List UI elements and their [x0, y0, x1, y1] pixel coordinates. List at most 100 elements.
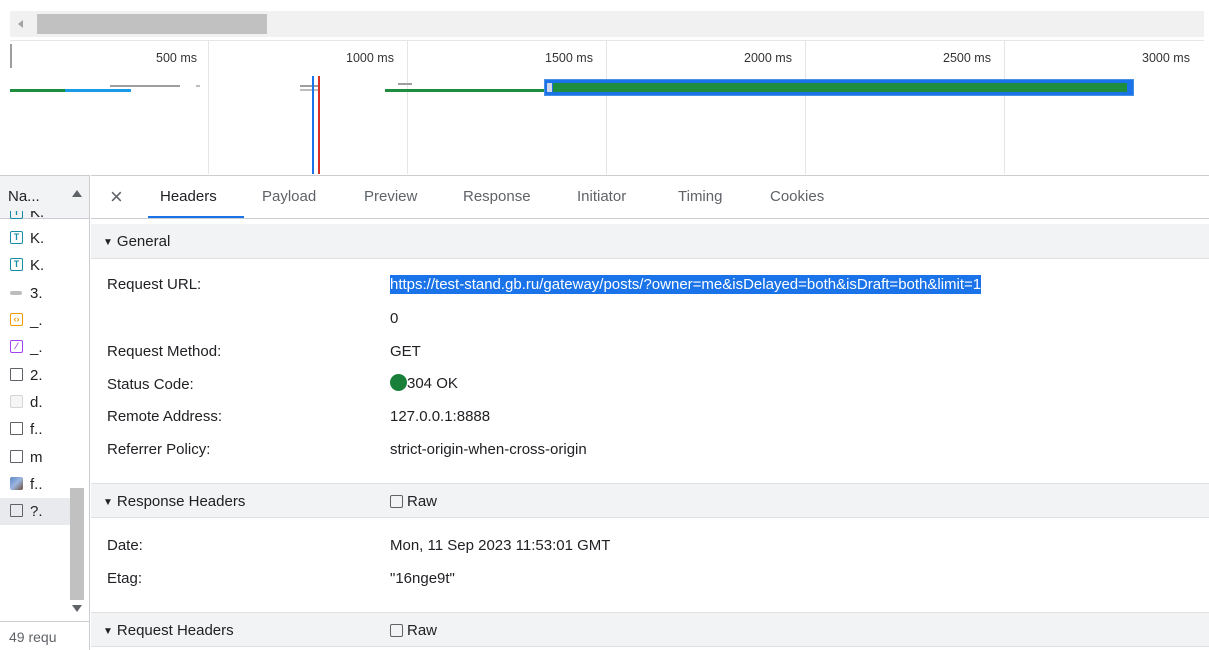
collapse-triangle-icon: ▼: [103, 497, 113, 508]
load-event-line: [318, 76, 320, 174]
tick-label: 2000 ms: [744, 51, 792, 65]
doc-icon: T: [10, 211, 23, 219]
list-item[interactable]: ‹› _.: [0, 307, 72, 334]
tab-cookies[interactable]: Cookies: [770, 188, 824, 205]
tab-headers[interactable]: Headers: [160, 188, 217, 205]
etag-label: Etag:: [107, 570, 143, 587]
stylesheet-icon: ⁄: [10, 340, 23, 353]
list-item[interactable]: T K.: [0, 252, 72, 279]
tick-label: 1000 ms: [346, 51, 394, 65]
raw-checkbox[interactable]: [390, 495, 403, 508]
remote-address-label: Remote Address:: [107, 408, 223, 425]
request-name: K.: [30, 257, 45, 274]
request-name: 2.: [30, 367, 43, 384]
tab-preview[interactable]: Preview: [364, 188, 417, 205]
scroll-left-arrow-icon[interactable]: [18, 20, 23, 28]
request-headers-section-header[interactable]: ▼ Request Headers Raw: [91, 612, 1209, 647]
raw-checkbox[interactable]: [390, 624, 403, 637]
referrer-policy-value[interactable]: strict-origin-when-cross-origin: [390, 441, 587, 458]
raw-label[interactable]: Raw: [407, 622, 437, 639]
name-column-label: Na...: [8, 188, 40, 205]
image-icon: [10, 477, 23, 490]
list-item[interactable]: 3.: [0, 280, 72, 307]
status-code-value[interactable]: 304 OK: [390, 374, 458, 392]
tick-label: 2500 ms: [943, 51, 991, 65]
timing-segment: [10, 89, 65, 92]
tick-label: 1500 ms: [545, 51, 593, 65]
file-icon: [10, 368, 23, 381]
file-icon: [10, 450, 23, 463]
font-icon: [10, 291, 22, 295]
overview-horizontal-scrollbar[interactable]: [10, 11, 1204, 37]
request-name: f..: [30, 476, 43, 493]
list-item[interactable]: T K.: [0, 211, 72, 225]
collapse-triangle-icon: ▼: [103, 626, 113, 637]
list-item[interactable]: 2.: [0, 362, 72, 389]
request-name: ?.: [30, 503, 43, 520]
referrer-policy-label: Referrer Policy:: [107, 441, 211, 458]
request-name: m: [30, 449, 43, 466]
request-name: 3.: [30, 285, 43, 302]
request-list: Na... T K. T K. T K. 3. ‹› _. ⁄ _. 2. d.…: [0, 175, 90, 650]
close-icon[interactable]: ×: [110, 184, 123, 210]
request-url-value[interactable]: https://test-stand.gb.ru/gateway/posts/?…: [390, 275, 982, 294]
request-method-label: Request Method:: [107, 343, 222, 360]
response-headers-section-header[interactable]: ▼ Response Headers Raw: [91, 483, 1209, 518]
request-list-scrollbar[interactable]: [68, 220, 88, 620]
tab-payload[interactable]: Payload: [262, 188, 316, 205]
section-title: ▼ Request Headers: [103, 622, 234, 639]
request-name: _.: [30, 312, 43, 329]
request-count: 49 requ: [9, 629, 57, 645]
tab-response[interactable]: Response: [463, 188, 531, 205]
timing-segment: [300, 89, 318, 91]
request-name: d.: [30, 394, 43, 411]
tab-initiator[interactable]: Initiator: [577, 188, 626, 205]
list-item[interactable]: f..: [0, 471, 72, 498]
gridline: [1004, 41, 1005, 174]
list-item[interactable]: T K.: [0, 225, 72, 252]
timing-segment: [65, 89, 131, 92]
date-label: Date:: [107, 537, 143, 554]
selected-request-bar[interactable]: [544, 79, 1134, 96]
request-method-value[interactable]: GET: [390, 343, 421, 360]
details-tab-bar: × Headers Payload Preview Response Initi…: [91, 176, 1209, 219]
scrollbar-thumb[interactable]: [70, 488, 84, 600]
section-title: ▼ Response Headers: [103, 493, 246, 510]
etag-value[interactable]: "16nge9t": [390, 570, 455, 587]
file-icon: [10, 504, 23, 517]
list-item[interactable]: m: [0, 444, 72, 471]
request-name: _.: [30, 339, 43, 356]
list-item[interactable]: f..: [0, 416, 72, 443]
status-dot-icon: [390, 374, 407, 391]
request-name: K.: [30, 211, 45, 221]
list-item[interactable]: ⁄ _.: [0, 334, 72, 361]
dom-content-loaded-line: [312, 76, 314, 174]
file-icon: [10, 422, 23, 435]
scrollbar-thumb[interactable]: [37, 14, 267, 34]
doc-icon: T: [10, 231, 23, 244]
request-url-label: Request URL:: [107, 276, 202, 293]
scroll-down-arrow-icon[interactable]: [72, 605, 82, 612]
active-tab-indicator: [148, 216, 244, 218]
overview-left-handle[interactable]: [10, 44, 12, 68]
remote-address-value[interactable]: 127.0.0.1:8888: [390, 408, 490, 425]
raw-label[interactable]: Raw: [407, 493, 437, 510]
waiting-segment: [547, 83, 552, 92]
date-value[interactable]: Mon, 11 Sep 2023 11:53:01 GMT: [390, 537, 610, 554]
list-item[interactable]: d.: [0, 389, 72, 416]
sort-ascending-icon[interactable]: [72, 190, 82, 197]
section-title: ▼ General: [103, 233, 171, 250]
gridline: [407, 41, 408, 174]
request-details-panel: × Headers Payload Preview Response Initi…: [91, 175, 1209, 650]
timing-segment: [196, 85, 200, 87]
tick-label: 500 ms: [156, 51, 197, 65]
doc-icon: T: [10, 258, 23, 271]
general-section-header[interactable]: ▼ General: [91, 224, 1209, 259]
script-icon: ‹›: [10, 313, 23, 326]
tab-timing[interactable]: Timing: [678, 188, 722, 205]
download-segment: [553, 83, 1127, 92]
network-overview-timeline[interactable]: 500 ms 1000 ms 1500 ms 2000 ms 2500 ms 3…: [10, 40, 1204, 174]
gridline: [208, 41, 209, 174]
request-url-value-wrap[interactable]: 0: [390, 310, 398, 327]
list-item[interactable]: ?.: [0, 498, 72, 525]
